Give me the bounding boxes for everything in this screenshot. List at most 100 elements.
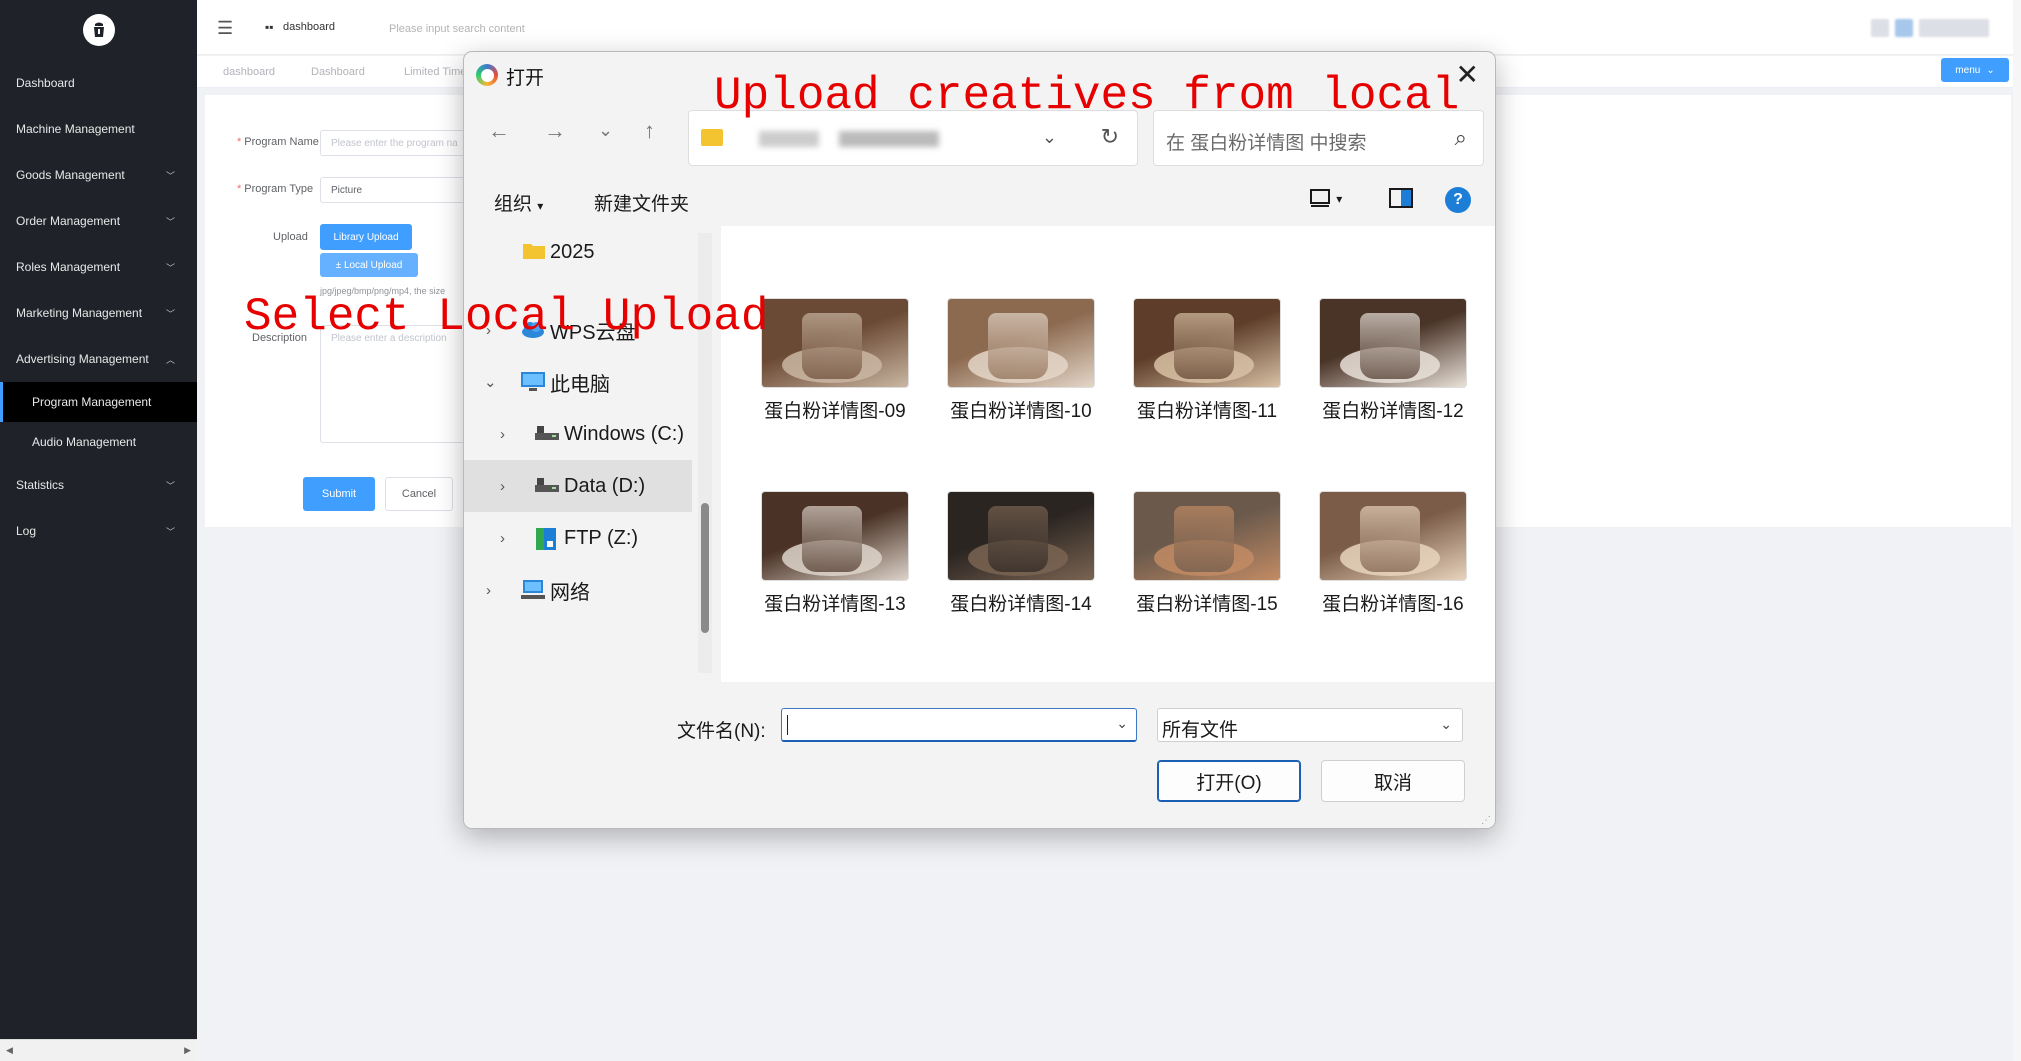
preview-pane-icon (1389, 188, 1413, 208)
file-thumbnail (761, 298, 909, 388)
sidebar-subitem[interactable]: Program Management (0, 382, 197, 422)
forward-arrow-icon[interactable]: → (544, 118, 566, 144)
nav-tree-item[interactable]: 2025 (464, 226, 692, 278)
file-thumbnail (761, 491, 909, 581)
network-drive-icon (534, 527, 560, 557)
nav-tree-item[interactable]: ⌄ 此电脑 (464, 356, 692, 408)
file-name: 蛋白粉详情图-14 (950, 594, 1092, 615)
program-type-label: * Program Type (237, 183, 313, 195)
file-item[interactable]: 蛋白粉详情图-12 (1309, 298, 1477, 423)
preview-pane-button[interactable] (1389, 188, 1413, 214)
sidebar-item[interactable]: Roles Management ﹀ (0, 244, 197, 290)
chevron-right-icon[interactable]: › (500, 426, 505, 443)
nav-tree-item-label: Windows (C:) (564, 422, 685, 445)
page-scrollbar[interactable] (2013, 0, 2021, 1061)
chevron-right-icon[interactable]: › (500, 530, 505, 547)
program-name-input[interactable]: Please enter the program na (320, 130, 480, 156)
nav-tree-item-label: 2025 (550, 240, 595, 263)
sidebar-item-label: Statistics (16, 478, 65, 492)
sidebar: Dashboard Machine Management Goods Managem… (0, 0, 197, 1061)
file-item[interactable]: 蛋白粉详情图-11 (1123, 298, 1291, 423)
library-upload-button[interactable]: Library Upload (320, 224, 412, 250)
submit-button[interactable]: Submit (303, 477, 375, 511)
sidebar-item[interactable]: Dashboard (0, 60, 197, 106)
app-icon (476, 64, 498, 86)
file-thumbnail (1319, 491, 1467, 581)
nav-tree-item[interactable]: › FTP (Z:) (464, 512, 692, 564)
file-item[interactable]: 蛋白粉详情图-13 (751, 491, 919, 616)
dialog-cancel-button[interactable]: 取消 (1321, 760, 1465, 802)
tab-dashboard-lower[interactable]: dashboard (223, 66, 275, 78)
program-name-label: * Program Name (237, 136, 319, 148)
logo (0, 0, 197, 60)
local-upload-button[interactable]: ± Local Upload (320, 253, 418, 277)
sidebar-item[interactable]: Marketing Management ﹀ (0, 290, 197, 336)
header-icon-blurred[interactable] (1871, 19, 1889, 37)
back-arrow-icon[interactable]: ← (488, 118, 510, 144)
sidebar-item-label: Order Management (16, 214, 121, 228)
file-thumbnail (1319, 298, 1467, 388)
nav-tree-item[interactable]: › Windows (C:) (464, 408, 692, 460)
sidebar-item[interactable]: Goods Management ﹀ (0, 152, 197, 198)
cancel-button[interactable]: Cancel (385, 477, 453, 511)
sidebar-item[interactable]: Statistics ﹀ (0, 462, 197, 508)
search-icon[interactable]: ⌕ (1455, 125, 1467, 151)
filename-dropdown-icon[interactable]: ⌄ (1116, 715, 1128, 732)
sidebar-item[interactable]: Order Management ﹀ (0, 198, 197, 244)
filename-input[interactable]: ⌄ (781, 708, 1137, 742)
text-caret (787, 715, 788, 735)
tab-dashboard[interactable]: Dashboard (311, 66, 365, 78)
chevron-right-icon[interactable]: › (486, 582, 491, 599)
drive-icon (534, 475, 560, 501)
avatar[interactable] (1895, 19, 1913, 37)
organize-menu[interactable]: 组织 ▾ (494, 189, 543, 216)
nav-tree-item[interactable]: › 网络 (464, 564, 692, 616)
chevron-right-icon[interactable]: › (500, 478, 505, 495)
file-item[interactable]: 蛋白粉详情图-14 (937, 491, 1105, 616)
sidebar-item[interactable]: Machine Management (0, 106, 197, 152)
chevron-down-icon: ⌄ (1986, 64, 1995, 76)
sidebar-item[interactable]: Log ﹀ (0, 508, 197, 554)
file-item[interactable]: 蛋白粉详情图-16 (1309, 491, 1477, 616)
view-mode-button[interactable]: ▾ (1309, 188, 1342, 214)
up-arrow-icon[interactable]: ↑ (644, 118, 655, 144)
file-item[interactable]: 蛋白粉详情图-09 (751, 298, 919, 423)
program-type-select[interactable]: Picture (320, 177, 480, 203)
upload-label: Upload (273, 231, 308, 243)
chevron-up-icon: ︿ (165, 354, 175, 365)
cup-logo-icon (82, 14, 115, 46)
file-name: 蛋白粉详情图-11 (1136, 401, 1278, 422)
username-blurred[interactable] (1919, 19, 1989, 37)
breadcrumb-dashboard[interactable]: dashboard (283, 21, 335, 33)
menu-button[interactable]: menu ⌄ (1941, 58, 2009, 82)
resize-grip-icon[interactable]: ⋰ (1481, 815, 1491, 826)
new-folder-button[interactable]: 新建文件夹 (594, 189, 689, 216)
help-icon[interactable]: ? (1445, 187, 1471, 213)
address-dropdown-icon[interactable]: ⌄ (1042, 127, 1057, 148)
chevron-down-icon: ﹀ (165, 308, 175, 319)
header-search-input[interactable]: Please input search content (389, 23, 525, 35)
scroll-left-icon[interactable]: ◀ (6, 1045, 13, 1056)
chevron-down-icon: ﹀ (165, 262, 175, 273)
hamburger-menu-icon[interactable]: ☰ (217, 18, 233, 39)
header-user-area[interactable] (1871, 19, 1989, 37)
annotation-select-local-upload: Select Local Upload (244, 291, 769, 343)
sidebar-horizontal-scrollbar[interactable]: ◀ ▶ (0, 1039, 197, 1061)
tab-limited-time[interactable]: Limited Time (404, 66, 466, 78)
drive-icon (534, 423, 560, 449)
recent-locations-chevron-icon[interactable]: ⌄ (598, 120, 613, 141)
nav-tree-item[interactable]: › Data (D:) (464, 460, 692, 512)
sidebar-subitem[interactable]: Audio Management (0, 422, 197, 462)
file-item[interactable]: 蛋白粉详情图-15 (1123, 491, 1291, 616)
scrollbar-thumb[interactable] (701, 503, 709, 633)
file-item[interactable]: 蛋白粉详情图-10 (937, 298, 1105, 423)
refresh-icon[interactable]: ↻ (1101, 124, 1119, 150)
nav-tree-item-label: FTP (Z:) (564, 526, 639, 549)
file-name: 蛋白粉详情图-12 (1322, 401, 1464, 422)
chevron-down-icon[interactable]: ⌄ (484, 373, 497, 391)
chevron-down-icon: ﹀ (165, 526, 175, 537)
scroll-right-icon[interactable]: ▶ (184, 1045, 191, 1056)
open-button[interactable]: 打开(O) (1157, 760, 1301, 802)
sidebar-item[interactable]: Advertising Management ︿ (0, 336, 197, 382)
file-type-filter-select[interactable]: 所有文件 ⌄ (1157, 708, 1463, 742)
